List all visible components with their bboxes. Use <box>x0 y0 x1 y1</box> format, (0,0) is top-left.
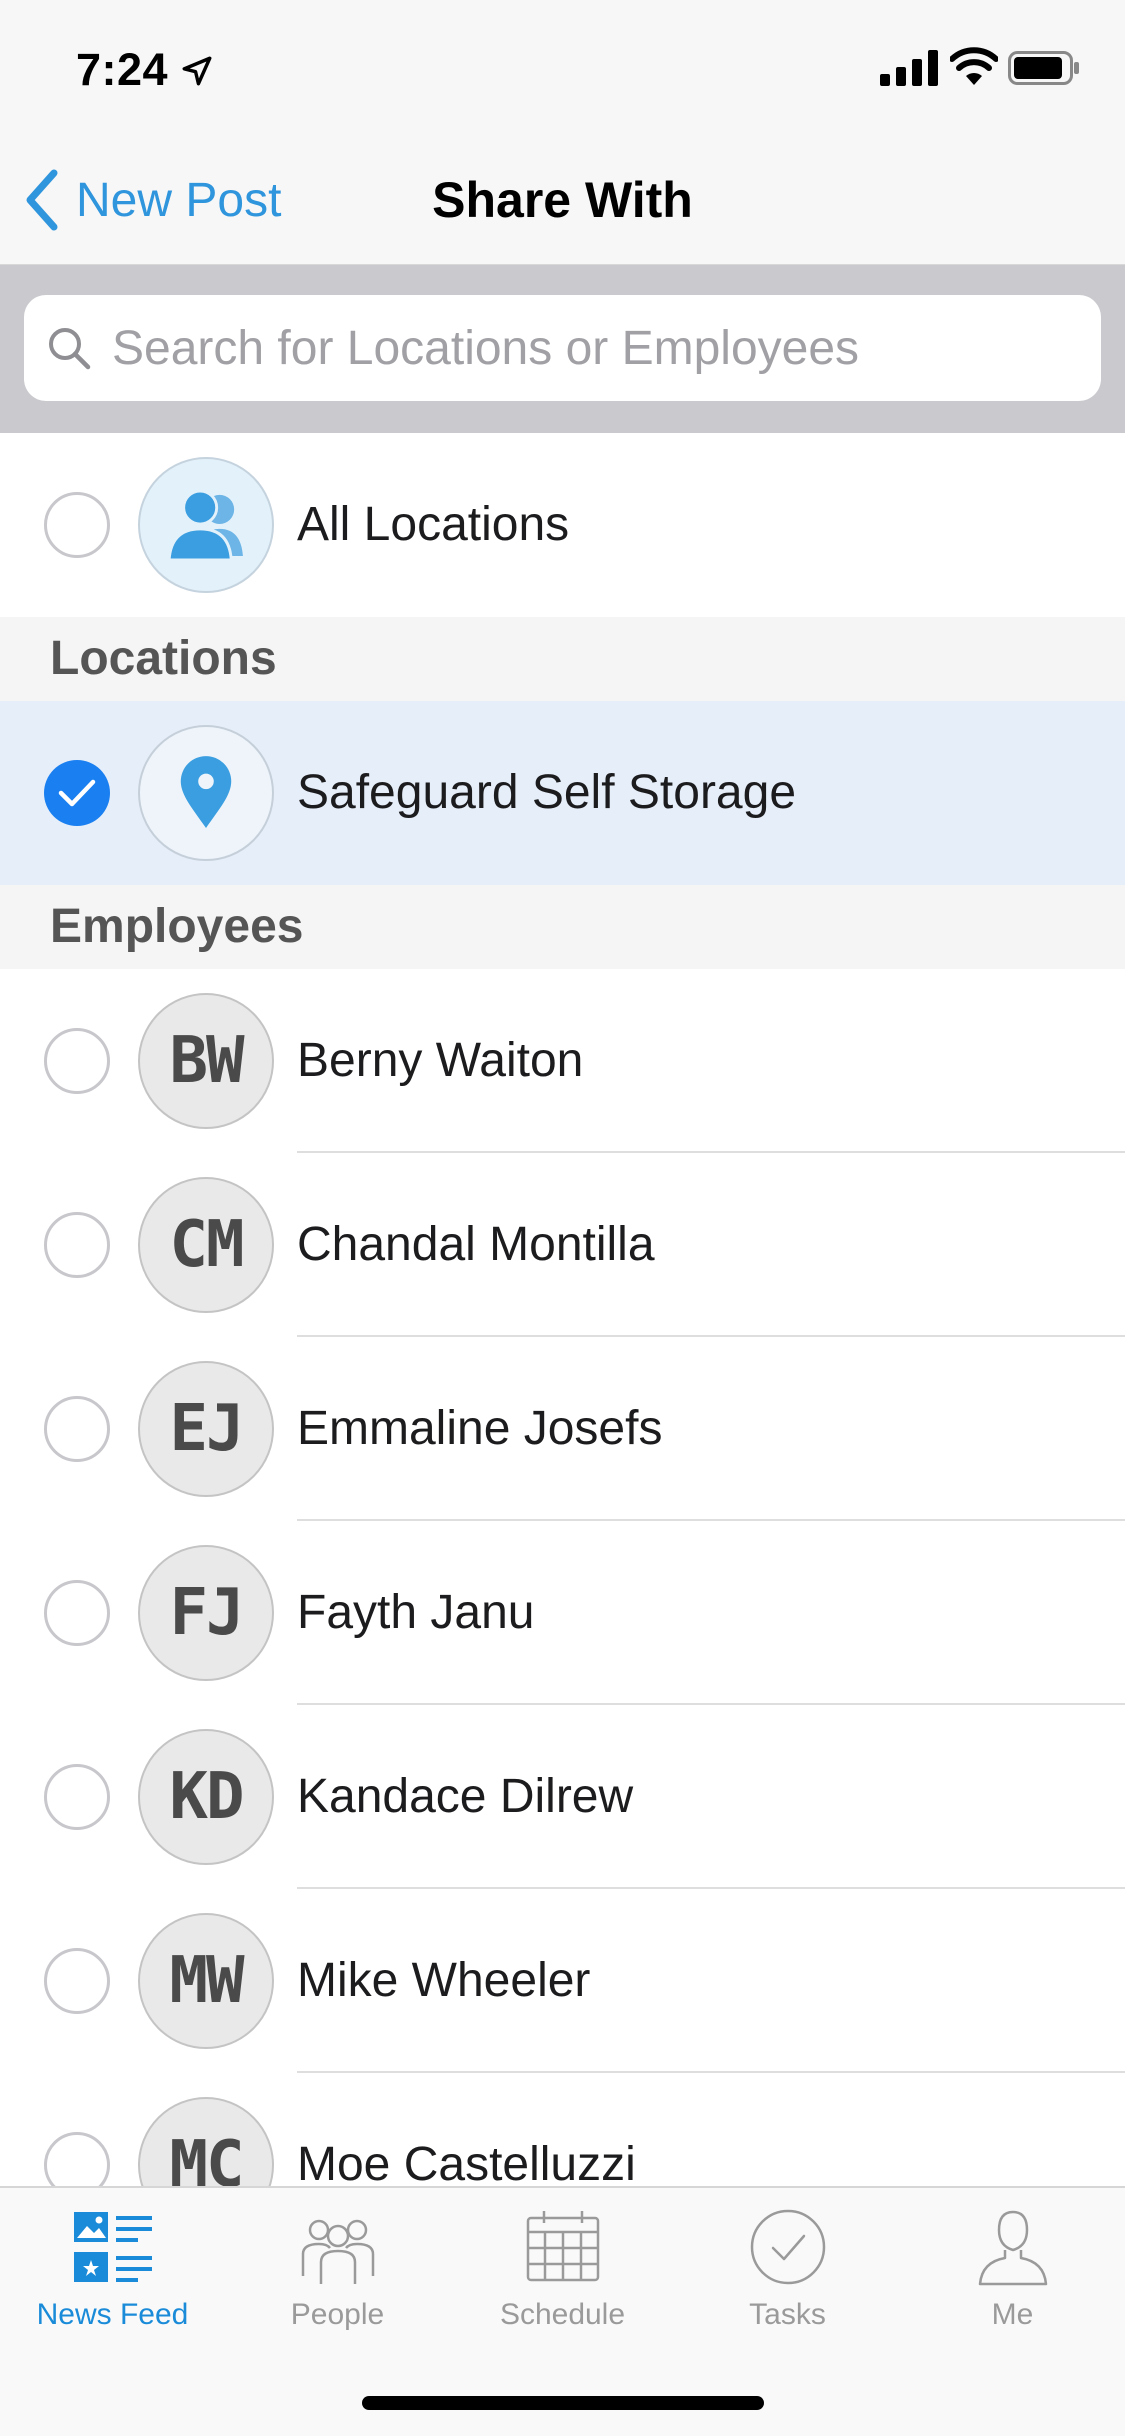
avatar: BW <box>138 993 274 1129</box>
people-icon <box>301 2219 375 2284</box>
section-title: Employees <box>50 900 304 953</box>
location-avatar <box>138 725 274 861</box>
tab-label: News Feed <box>36 2298 189 2331</box>
employee-name: Chandal Montilla <box>297 1218 655 1271</box>
location-row[interactable]: Safeguard Self Storage <box>0 701 1125 885</box>
tab-label: Tasks <box>749 2298 826 2331</box>
avatar-initials: FJ <box>169 1576 244 1650</box>
employee-name: Mike Wheeler <box>297 1954 591 2007</box>
tab-label: Me <box>991 2298 1034 2331</box>
tab-people[interactable]: People <box>225 2188 450 2338</box>
avatar: KD <box>138 1729 274 1865</box>
radio-button-checked[interactable] <box>44 760 110 826</box>
tab-news-feed[interactable]: News Feed <box>0 2188 225 2338</box>
avatar: CM <box>138 1177 274 1313</box>
status-time: 7:24 <box>76 44 169 95</box>
section-title: Locations <box>50 632 277 685</box>
employee-row[interactable]: CM Chandal Montilla <box>0 1153 1125 1337</box>
battery-icon <box>1008 51 1079 85</box>
tab-me[interactable]: Me <box>900 2188 1125 2338</box>
group-avatar <box>138 457 274 593</box>
avatar-initials: CM <box>169 1208 244 1282</box>
search-input[interactable] <box>112 320 1072 376</box>
location-arrow-icon <box>182 56 212 86</box>
employee-name: Berny Waiton <box>297 1034 584 1087</box>
share-with-screen: 7:24 New Post Share With Search for Loca… <box>0 0 1125 2436</box>
avatar-initials: KD <box>169 1760 244 1834</box>
search-icon <box>49 328 91 370</box>
me-icon <box>978 2210 1048 2286</box>
avatar: EJ <box>138 1361 274 1497</box>
search-box[interactable] <box>24 295 1101 401</box>
radio-button[interactable] <box>44 1212 110 1278</box>
radio-button[interactable] <box>44 492 110 558</box>
group-icon <box>167 489 243 562</box>
employee-row[interactable]: FJ Fayth Janu <box>0 1521 1125 1705</box>
employee-name: Emmaline Josefs <box>297 1402 663 1455</box>
avatar-initials: EJ <box>169 1392 244 1466</box>
employee-row[interactable]: KD Kandace Dilrew <box>0 1705 1125 1889</box>
tab-label: Schedule <box>499 2298 626 2331</box>
radio-button[interactable] <box>44 1028 110 1094</box>
location-pin-icon <box>180 756 232 828</box>
radio-button[interactable] <box>44 1948 110 2014</box>
radio-button[interactable] <box>44 1764 110 1830</box>
tab-label: People <box>290 2298 385 2331</box>
employee-row[interactable]: EJ Emmaline Josefs <box>0 1337 1125 1521</box>
wifi-icon <box>950 47 998 85</box>
tab-schedule[interactable]: Schedule <box>450 2188 675 2338</box>
page-title: Share With <box>432 172 693 228</box>
tab-tasks[interactable]: Tasks <box>675 2188 900 2338</box>
cellular-signal-icon <box>880 50 938 86</box>
home-indicator[interactable] <box>362 2396 764 2410</box>
employee-row[interactable]: MW Mike Wheeler <box>0 1889 1125 2073</box>
tasks-icon <box>750 2209 826 2285</box>
news-feed-icon <box>74 2212 152 2282</box>
all-locations-label: All Locations <box>297 498 570 551</box>
all-locations-row[interactable]: All Locations <box>0 433 1125 617</box>
section-header-locations: Locations <box>0 617 1125 701</box>
radio-button[interactable] <box>44 1580 110 1646</box>
employee-name: Fayth Janu <box>297 1586 535 1639</box>
search-bar <box>0 265 1125 433</box>
schedule-icon <box>526 2211 600 2282</box>
radio-button[interactable] <box>44 1396 110 1462</box>
employee-name: Kandace Dilrew <box>297 1770 634 1823</box>
location-name: Safeguard Self Storage <box>297 766 797 819</box>
avatar-initials: BW <box>169 1024 244 1098</box>
checkmark-icon <box>58 779 96 807</box>
avatar-initials: MW <box>169 1944 244 2018</box>
avatar: FJ <box>138 1545 274 1681</box>
section-header-employees: Employees <box>0 885 1125 969</box>
navigation-bar: New Post Share With <box>0 135 1125 265</box>
avatar: MW <box>138 1913 274 2049</box>
status-bar: 7:24 <box>0 0 1125 135</box>
employee-row[interactable]: BW Berny Waiton <box>0 969 1125 1153</box>
